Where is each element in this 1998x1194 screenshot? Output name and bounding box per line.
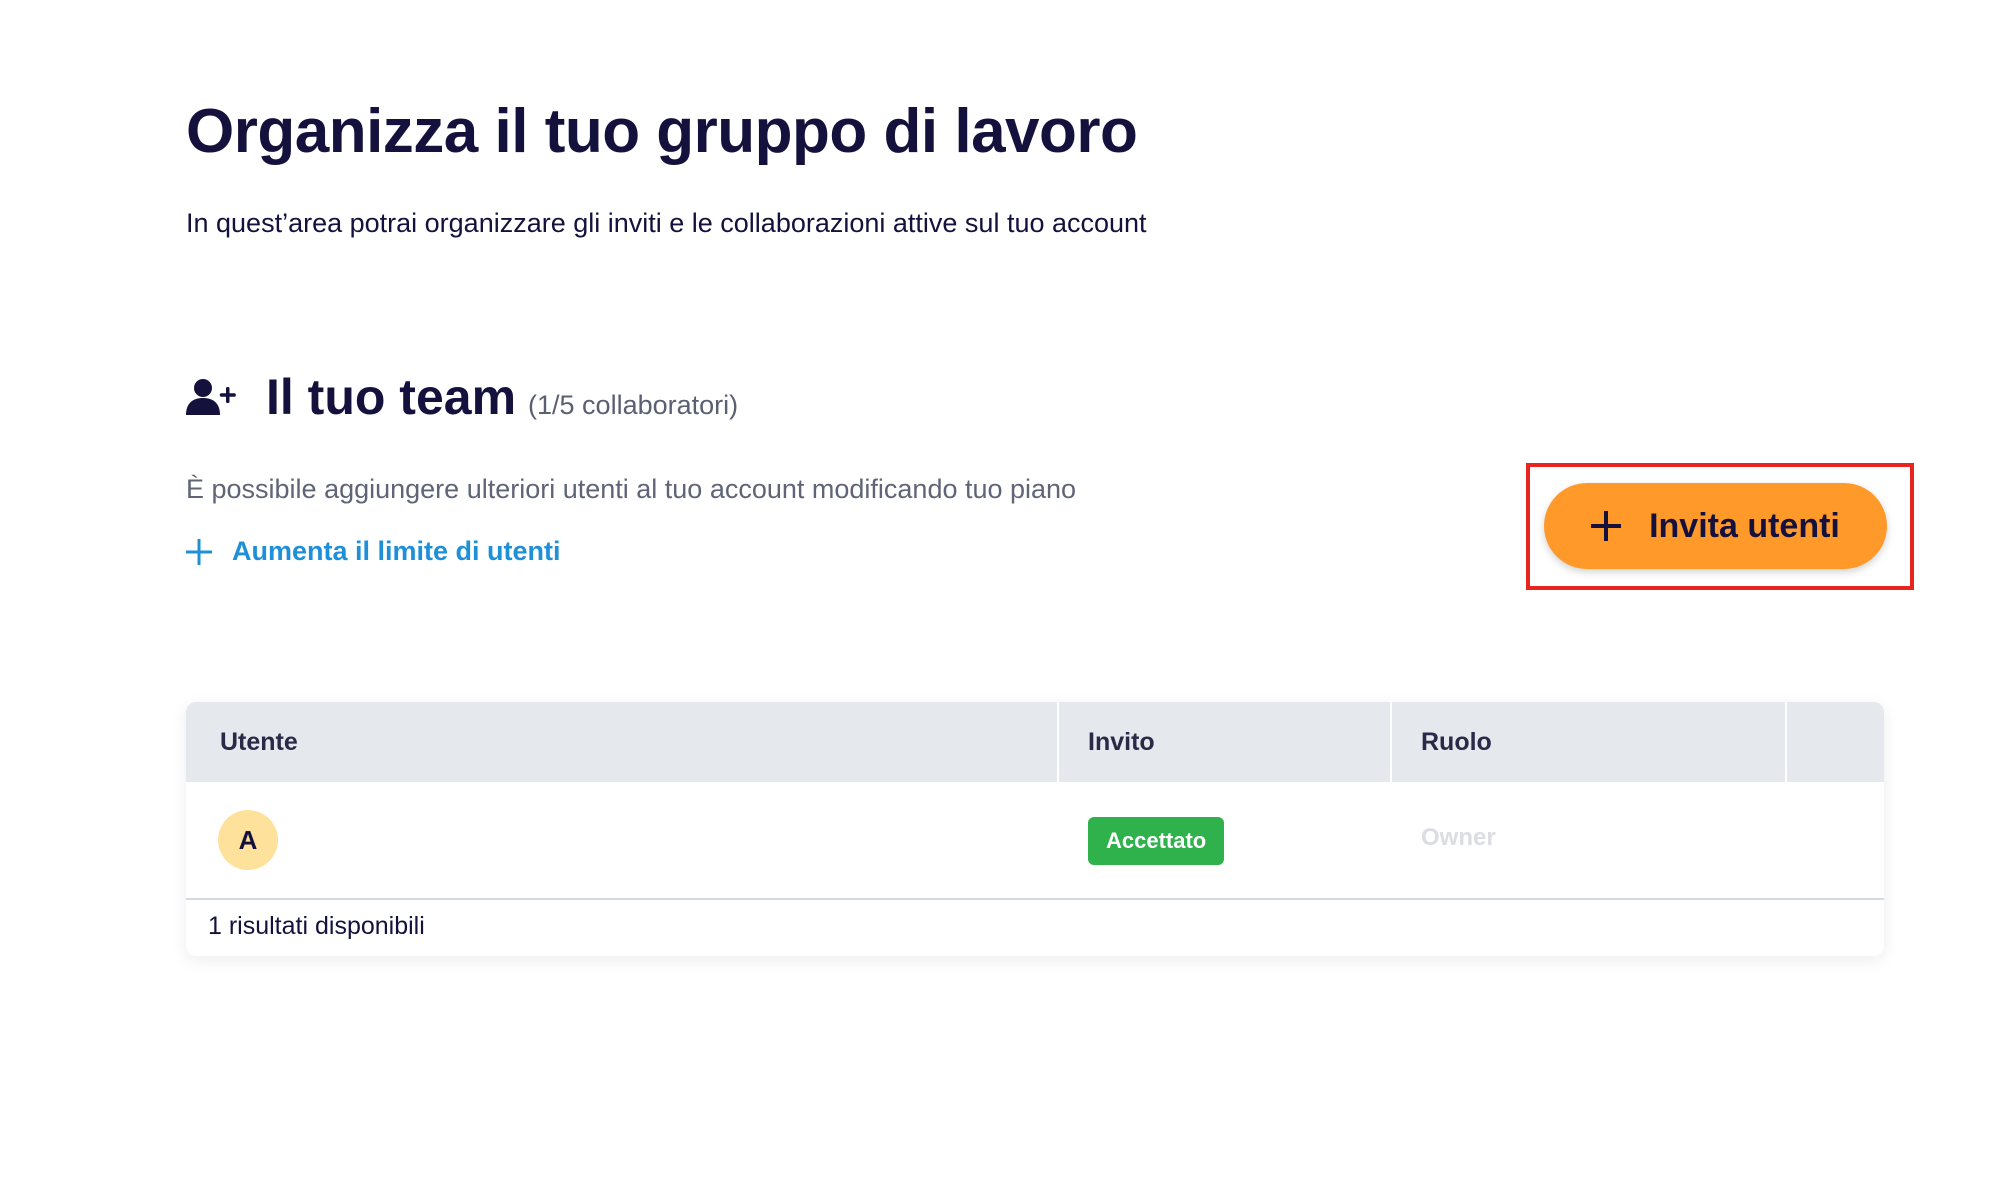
table-row: A Accettato Owner	[186, 782, 1884, 900]
column-divider	[1390, 702, 1392, 782]
increase-user-limit-label: Aumenta il limite di utenti	[232, 536, 561, 566]
invite-users-label: Invita utenti	[1649, 506, 1840, 545]
team-limit-note: È possibile aggiungere ulteriori utenti …	[186, 474, 1077, 504]
team-member-count: (1/5 collaboratori)	[528, 390, 739, 420]
role-text: Owner	[1421, 824, 1496, 851]
plus-icon	[1591, 511, 1622, 541]
results-count: 1 risultati disponibili	[208, 912, 425, 940]
column-header-user: Utente	[220, 727, 298, 756]
invite-status-badge: Accettato	[1088, 817, 1225, 865]
increase-user-limit-link[interactable]: Aumenta il limite di utenti	[186, 536, 561, 567]
column-header-invite: Invito	[1088, 727, 1155, 756]
table-header: Utente Invito Ruolo	[186, 702, 1884, 782]
plus-icon	[186, 538, 212, 565]
user-plus-icon	[186, 379, 236, 415]
avatar: A	[218, 810, 278, 870]
page-subtitle: In quest’area potrai organizzare gli inv…	[186, 208, 1147, 238]
column-divider	[1057, 702, 1059, 782]
team-section-header: Il tuo team (1/5 collaboratori)	[186, 368, 738, 426]
team-management-page: Organizza il tuo gruppo di lavoro In que…	[0, 0, 1998, 1194]
team-title: Il tuo team	[266, 369, 517, 425]
column-header-role: Ruolo	[1421, 727, 1492, 756]
column-divider	[1785, 702, 1787, 782]
invite-users-button[interactable]: Invita utenti	[1544, 483, 1887, 569]
page-title: Organizza il tuo gruppo di lavoro	[186, 97, 1138, 166]
team-members-table: Utente Invito Ruolo A Accettato Owner 1 …	[186, 702, 1884, 956]
